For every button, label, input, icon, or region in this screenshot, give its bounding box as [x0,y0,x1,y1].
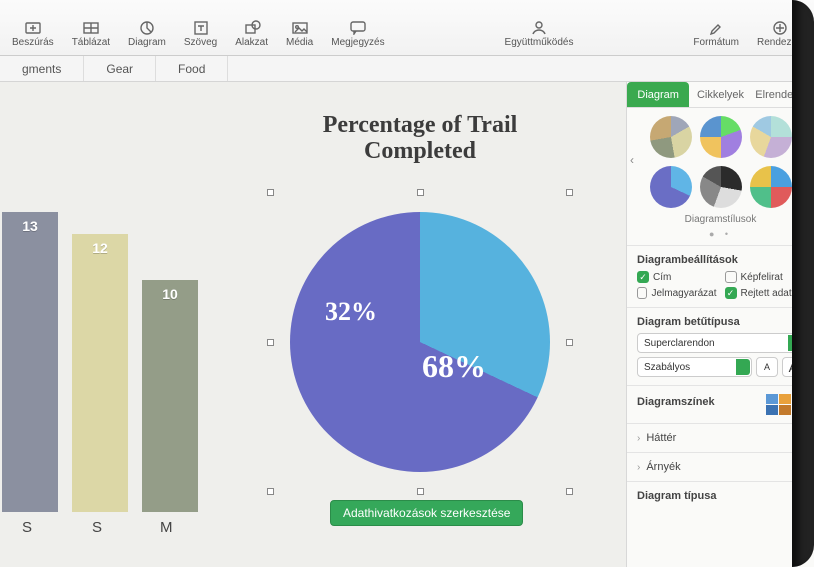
toolbar: Beszúrás Táblázat Diagram Szöveg Alakzat… [0,0,814,56]
plus-box-icon [24,19,42,35]
format-sidebar: Diagram Cikkelyek Elrendezés ‹ › Diagram… [626,82,814,567]
font-title: Diagram betűtípusa [637,316,804,328]
sheet-tab[interactable]: Gear [84,56,156,81]
sidebar-tabs: Diagram Cikkelyek Elrendezés [627,82,814,108]
bar [2,212,58,512]
selection-handle[interactable] [566,189,573,196]
person-icon [530,19,548,35]
bar [72,234,128,512]
sheet-tabs: gments Gear Food [0,56,814,82]
chevron-right-icon: › [637,433,640,444]
chart-type-row[interactable]: Diagram típusa [627,482,814,510]
chevron-left-icon[interactable]: ‹ [630,153,634,167]
chart-style[interactable] [700,166,742,208]
chart-style[interactable] [750,116,792,158]
pie-chart-selection[interactable]: 32% 68% [270,192,570,492]
table-icon [82,19,100,35]
image-icon [291,19,309,35]
comment-icon [349,19,367,35]
settings-title: Diagrambeállítások [637,254,804,266]
chart-style[interactable] [650,116,692,158]
selection-handle[interactable] [566,488,573,495]
chart-button[interactable]: Diagram [126,15,168,52]
pager-dots[interactable]: ● • [627,229,814,246]
font-family-select[interactable]: Superclarendon [637,333,804,353]
selection-handle[interactable] [566,339,573,346]
spreadsheet-canvas[interactable]: 13 12 10 S S M Percentage of Trail Compl… [0,82,626,567]
pie-slice-label: 68% [422,348,486,385]
chart-font-panel: Diagram betűtípusa Superclarendon Szabál… [627,308,814,386]
format-button[interactable]: Formátum [691,15,741,52]
bar-value: 10 [162,286,178,302]
sheet-tab[interactable]: Food [156,56,228,81]
chart-title[interactable]: Percentage of Trail Completed [270,112,570,165]
chart-style[interactable] [750,166,792,208]
chart-style[interactable] [700,116,742,158]
selection-handle[interactable] [417,488,424,495]
pie-slice-label: 32% [325,297,377,327]
selection-handle[interactable] [267,189,274,196]
chart-settings-panel: Diagrambeállítások ✓Cím Képfelirat Jelma… [627,246,814,308]
selection-handle[interactable] [267,339,274,346]
text-icon [192,19,210,35]
bar [142,280,198,512]
chart-colors-panel: Diagramszínek [627,386,814,424]
comment-button[interactable]: Megjegyzés [329,15,386,52]
sheet-tab[interactable]: gments [0,56,84,81]
shadow-row[interactable]: ›Árnyék [627,453,814,482]
font-weight-select[interactable]: Szabályos [637,357,752,377]
shape-icon [243,19,261,35]
styles-label: Diagramstílusok [627,212,814,229]
tab-wedges[interactable]: Cikkelyek [689,82,751,107]
checkbox-legend[interactable]: Jelmagyarázat [637,287,717,299]
edit-data-references-button[interactable]: Adathivatkozások szerkesztése [330,500,523,526]
tab-diagram[interactable]: Diagram [627,82,689,107]
chart-style-thumbnails: ‹ › [627,108,814,212]
colors-title: Diagramszínek [637,396,715,408]
chart-style[interactable] [650,166,692,208]
font-smaller-button[interactable]: A [756,357,778,377]
media-button[interactable]: Média [284,15,315,52]
selection-handle[interactable] [267,488,274,495]
background-row[interactable]: ›Háttér [627,424,814,453]
collaborate-button[interactable]: Együttműködés [503,15,576,52]
layers-icon [771,19,789,35]
bar-category: M [160,519,173,536]
insert-button[interactable]: Beszúrás [10,15,56,52]
bar-value: 12 [92,240,108,256]
shape-button[interactable]: Alakzat [233,15,270,52]
selection-handle[interactable] [417,189,424,196]
table-button[interactable]: Táblázat [70,15,112,52]
bar-chart[interactable]: 13 12 10 S S M [0,162,200,542]
bar-category: S [22,519,32,536]
pie-chart[interactable] [290,212,550,472]
brush-icon [707,19,725,35]
text-button[interactable]: Szöveg [182,15,219,52]
pie-icon [138,19,156,35]
checkbox-title[interactable]: ✓Cím [637,271,717,283]
device-bezel [792,0,814,567]
chevron-right-icon: › [637,462,640,473]
bar-value: 13 [22,218,38,234]
bar-category: S [92,519,102,536]
